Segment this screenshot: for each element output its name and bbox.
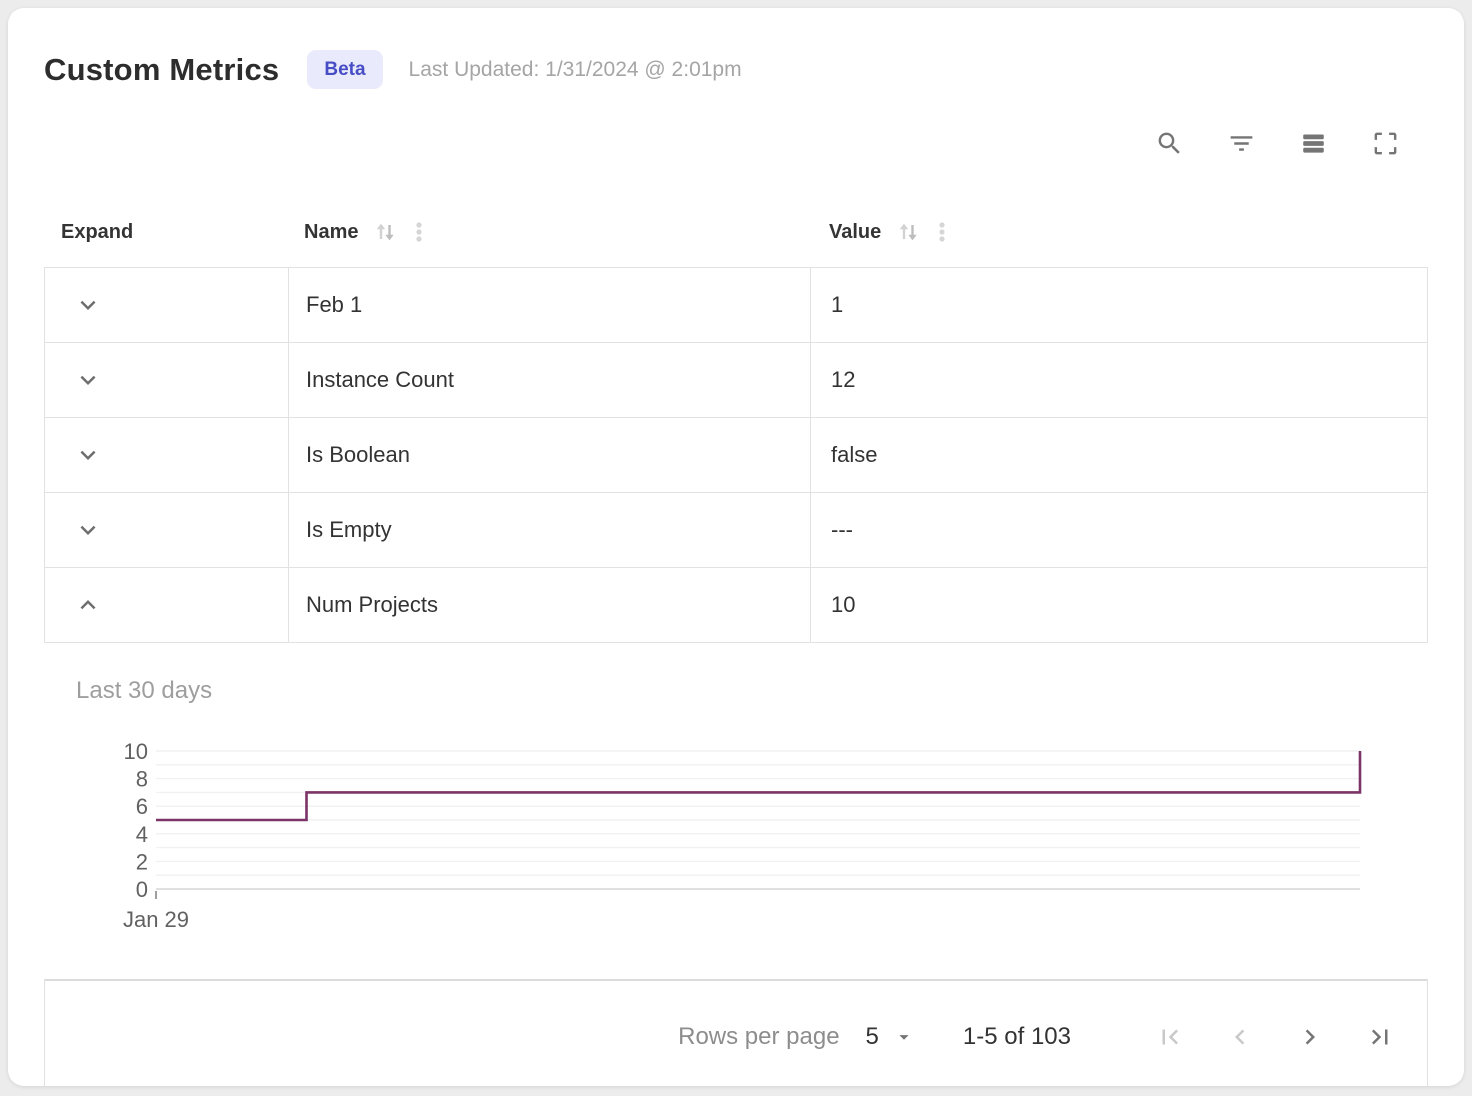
first-page-icon (1155, 1022, 1185, 1052)
pagination-range-label: 1-5 of 103 (963, 1023, 1071, 1051)
previous-page-button[interactable] (1225, 1022, 1255, 1052)
column-header-expand-label: Expand (61, 221, 133, 244)
column-menu-icon[interactable] (408, 219, 430, 245)
beta-badge: Beta (307, 50, 382, 89)
chevron-down-icon (73, 440, 103, 470)
svg-text:10: 10 (124, 739, 148, 764)
name-cell: Is Boolean (288, 418, 810, 492)
chevron-down-icon (73, 365, 103, 395)
density-icon[interactable] (1298, 128, 1328, 158)
column-header-expand: Expand (44, 221, 287, 244)
column-header-name[interactable]: Name (287, 219, 809, 245)
expand-cell (45, 568, 288, 642)
column-menu-icon[interactable] (931, 219, 953, 245)
table-row: Instance Count 12 (45, 342, 1427, 417)
table-footer: Rows per page 5 1-5 of 103 (44, 979, 1428, 1086)
chart-title: Last 30 days (44, 677, 1428, 705)
expand-row-button[interactable] (45, 289, 109, 321)
expand-row-button[interactable] (45, 439, 109, 471)
expand-cell (45, 418, 288, 492)
metric-history-chart: 0 24 68 10 Jan 29 (44, 729, 1428, 935)
filter-icon[interactable] (1226, 128, 1256, 158)
chevron-down-icon (73, 290, 103, 320)
page-title: Custom Metrics (44, 52, 279, 88)
chevron-left-icon (1225, 1022, 1255, 1052)
metrics-table: Expand Name Value (44, 197, 1428, 1086)
sort-icon[interactable] (895, 219, 921, 245)
value-cell: 12 (810, 343, 1427, 417)
first-page-button[interactable] (1155, 1022, 1185, 1052)
chevron-right-icon (1295, 1022, 1325, 1052)
rows-per-page-label: Rows per page (678, 1023, 839, 1051)
collapse-row-button[interactable] (45, 589, 109, 621)
sort-icon[interactable] (372, 219, 398, 245)
chevron-down-icon (73, 515, 103, 545)
table-header-row: Expand Name Value (44, 197, 1428, 267)
expand-row-button[interactable] (45, 514, 109, 546)
table-body: Feb 1 1 Instance Count 12 (44, 267, 1428, 643)
page-header: Custom Metrics Beta Last Updated: 1/31/2… (44, 8, 1428, 89)
svg-text:8: 8 (136, 767, 148, 792)
name-cell: Num Projects (288, 568, 810, 642)
name-cell: Is Empty (288, 493, 810, 567)
column-header-value-label: Value (829, 221, 881, 244)
last-updated-text: Last Updated: 1/31/2024 @ 2:01pm (409, 58, 742, 82)
expand-cell (45, 343, 288, 417)
table-row: Is Empty --- (45, 492, 1427, 567)
svg-text:Jan 29: Jan 29 (123, 907, 189, 932)
svg-text:4: 4 (136, 822, 148, 847)
rows-per-page-dropdown-icon[interactable] (893, 1026, 915, 1048)
name-cell: Instance Count (288, 343, 810, 417)
svg-text:0: 0 (136, 877, 148, 902)
name-cell: Feb 1 (288, 268, 810, 342)
chevron-up-icon (73, 590, 103, 620)
pagination-controls (1115, 1022, 1395, 1052)
last-page-button[interactable] (1365, 1022, 1395, 1052)
column-header-value[interactable]: Value (809, 219, 1428, 245)
expand-row-button[interactable] (45, 364, 109, 396)
svg-text:6: 6 (136, 794, 148, 819)
table-row-expanded: Num Projects 10 (45, 567, 1427, 643)
custom-metrics-card: Custom Metrics Beta Last Updated: 1/31/2… (8, 8, 1464, 1086)
expand-cell (45, 493, 288, 567)
expand-cell (45, 268, 288, 342)
value-cell: --- (810, 493, 1427, 567)
svg-text:2: 2 (136, 849, 148, 874)
fullscreen-icon[interactable] (1370, 128, 1400, 158)
rows-per-page-value[interactable]: 5 (866, 1023, 879, 1051)
table-row: Feb 1 1 (45, 267, 1427, 342)
value-cell: 10 (810, 568, 1427, 642)
value-cell: 1 (810, 268, 1427, 342)
value-cell: false (810, 418, 1427, 492)
last-page-icon (1365, 1022, 1395, 1052)
row-detail-panel: Last 30 days 0 24 68 10 Jan 29 (44, 643, 1428, 979)
next-page-button[interactable] (1295, 1022, 1325, 1052)
column-header-name-label: Name (304, 221, 358, 244)
search-icon[interactable] (1154, 128, 1184, 158)
table-row: Is Boolean false (45, 417, 1427, 492)
table-toolbar (44, 127, 1428, 159)
